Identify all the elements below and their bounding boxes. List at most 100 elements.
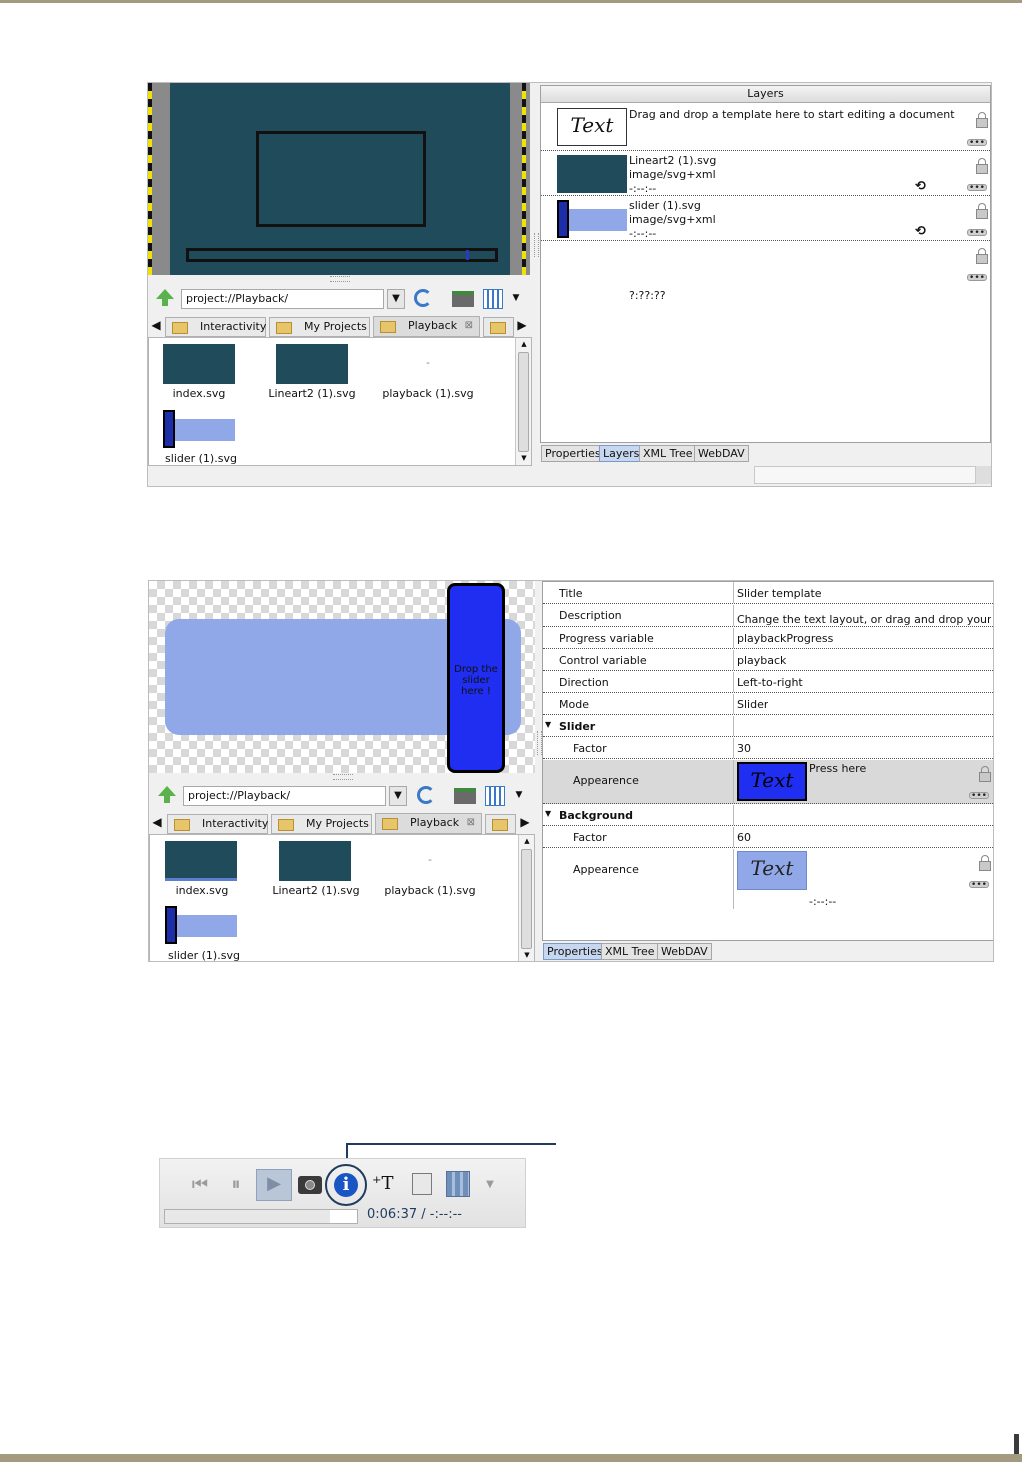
file-thumbnail-index[interactable] (163, 344, 235, 384)
property-row-control-variable[interactable]: Control variable playback (543, 650, 993, 671)
tab-playback[interactable]: Playback ⊠ (375, 813, 482, 834)
close-tab-icon[interactable]: ⊠ (467, 814, 475, 832)
file-browser-scrollbar[interactable]: ▲ ▼ (515, 338, 531, 465)
file-name-playback[interactable]: playback (1).svg (378, 387, 478, 400)
property-row-description[interactable]: Description Change the text layout, or d… (543, 605, 993, 627)
property-row-background-appearance[interactable]: Appearence Text -:--:-- ••• (543, 849, 993, 909)
tabs-scroll-right-icon[interactable]: ▶ (516, 316, 528, 336)
loop-icon[interactable]: ⟲ (915, 224, 926, 239)
slider-area-placeholder[interactable] (186, 248, 498, 262)
tab-my-projects[interactable]: My Projects (269, 317, 370, 337)
book-icon[interactable] (446, 1171, 470, 1197)
file-thumbnail-lineart2[interactable] (279, 841, 351, 881)
property-group-slider[interactable]: ▼ Slider (543, 716, 993, 737)
file-name-slider[interactable]: slider (1).svg (151, 452, 251, 465)
path-input[interactable]: project://Playback/ (181, 289, 384, 309)
property-value[interactable]: Left-to-right (737, 676, 803, 689)
more-options-button[interactable]: ••• (969, 881, 989, 890)
pause-icon[interactable]: ⏸ (222, 1171, 250, 1199)
tab-xml-tree[interactable]: XML Tree (639, 445, 697, 462)
property-value[interactable]: 60 (737, 831, 751, 844)
slider-appearance-preview[interactable]: Text (737, 762, 807, 801)
unlock-icon[interactable] (976, 248, 988, 264)
property-group-background[interactable]: ▼ Background (543, 805, 993, 826)
layer-row-empty[interactable]: ••• ?:??:?? (541, 242, 990, 302)
view-menu-chevron-icon[interactable]: ▼ (510, 289, 522, 307)
property-row-progress-variable[interactable]: Progress variable playbackProgress (543, 628, 993, 649)
tab-my-projects[interactable]: My Projects (271, 814, 372, 834)
tab-xml-tree[interactable]: XML Tree (601, 943, 659, 960)
add-text-icon[interactable]: ⁺T (372, 1169, 402, 1199)
info-icon[interactable]: i (334, 1173, 358, 1197)
file-thumbnail-index[interactable] (165, 841, 237, 881)
background-appearance-preview[interactable]: Text (737, 851, 807, 890)
file-browser-scrollbar[interactable]: ▲ ▼ (518, 835, 535, 961)
property-row-slider-appearance[interactable]: Appearence Text Press here ••• (543, 760, 993, 804)
tab-webdav[interactable]: WebDAV (657, 943, 712, 960)
more-options-button[interactable]: ••• (969, 792, 989, 801)
canvas-stage[interactable] (170, 83, 510, 275)
clapper-icon[interactable] (452, 291, 474, 307)
tab-interactivity[interactable]: Interactivity (167, 814, 268, 834)
scroll-thumb[interactable] (518, 352, 529, 452)
view-menu-chevron-icon[interactable]: ▼ (513, 786, 525, 804)
unlock-icon[interactable] (979, 766, 991, 782)
canvas-transparent-stage[interactable]: Drop the slider here ! (149, 581, 535, 773)
file-name-playback[interactable]: playback (1).svg (380, 884, 480, 897)
tab-playback[interactable]: Playback ⊠ (373, 316, 480, 337)
tab-properties[interactable]: Properties (541, 445, 605, 462)
property-row-direction[interactable]: Direction Left-to-right (543, 672, 993, 693)
property-row-background-factor[interactable]: Factor 60 (543, 827, 993, 848)
grid-view-icon[interactable] (483, 289, 503, 309)
layer-row-template[interactable]: Text Drag and drop a template here to st… (541, 104, 990, 151)
path-input[interactable]: project://Playback/ (183, 786, 386, 806)
grid-view-icon[interactable] (485, 786, 505, 806)
refresh-icon[interactable] (414, 289, 432, 307)
property-value[interactable]: Slider (737, 698, 768, 711)
skip-back-icon[interactable]: ⏮ (186, 1171, 214, 1199)
property-value[interactable]: Change the text layout, or drag and drop… (737, 613, 991, 626)
unlock-icon[interactable] (976, 158, 988, 174)
property-value[interactable]: 30 (737, 742, 751, 755)
tab-new[interactable] (483, 317, 514, 337)
path-dropdown-button[interactable]: ▼ (387, 289, 405, 309)
file-name-index[interactable]: index.svg (152, 884, 252, 897)
more-options-button[interactable]: ••• (967, 274, 987, 283)
playback-progress-bar[interactable] (164, 1209, 358, 1224)
property-row-mode[interactable]: Mode Slider (543, 694, 993, 715)
file-thumbnail-playback[interactable]: - (378, 356, 478, 369)
unlock-icon[interactable] (976, 203, 988, 219)
tab-new[interactable] (485, 814, 516, 834)
scroll-down-icon[interactable]: ▼ (516, 452, 532, 464)
template-text-preview[interactable]: Text (557, 108, 627, 146)
splitter-handle[interactable] (330, 276, 350, 282)
layer-row-lineart2[interactable]: Lineart2 (1).svg image/svg+xml -:--:-- ⟲… (541, 152, 990, 196)
file-name-lineart2[interactable]: Lineart2 (1).svg (266, 884, 366, 897)
scroll-up-icon[interactable]: ▲ (519, 835, 535, 847)
more-options-button[interactable]: ••• (967, 229, 987, 238)
path-dropdown-button[interactable]: ▼ (389, 786, 407, 806)
edit-icon[interactable] (412, 1173, 432, 1195)
tab-properties[interactable]: Properties (543, 943, 607, 960)
horizontal-scrollbar[interactable] (754, 466, 976, 484)
tabs-scroll-left-icon[interactable]: ◀ (150, 316, 162, 336)
scroll-down-icon[interactable]: ▼ (519, 949, 535, 961)
play-icon[interactable]: ▶ (256, 1169, 292, 1201)
file-name-slider[interactable]: slider (1).svg (154, 949, 254, 961)
loop-icon[interactable]: ⟲ (915, 179, 926, 194)
property-value[interactable]: playback (737, 654, 786, 667)
scroll-up-icon[interactable]: ▲ (516, 338, 532, 350)
tab-layers[interactable]: Layers (599, 445, 644, 462)
camera-icon[interactable] (298, 1176, 322, 1194)
slider-drop-target[interactable]: Drop the slider here ! (447, 583, 505, 773)
file-name-index[interactable]: index.svg (149, 387, 249, 400)
more-options-button[interactable]: ••• (967, 184, 987, 193)
tabs-scroll-right-icon[interactable]: ▶ (519, 813, 531, 833)
property-value[interactable]: playbackProgress (737, 632, 833, 645)
tabs-scroll-left-icon[interactable]: ◀ (151, 813, 163, 833)
layer-row-slider[interactable]: slider (1).svg image/svg+xml -:--:-- ⟲ •… (541, 197, 990, 241)
vertical-splitter[interactable] (534, 233, 539, 257)
splitter-handle[interactable] (333, 774, 353, 780)
property-row-title[interactable]: Title Slider template (543, 582, 993, 604)
refresh-icon[interactable] (417, 786, 435, 804)
